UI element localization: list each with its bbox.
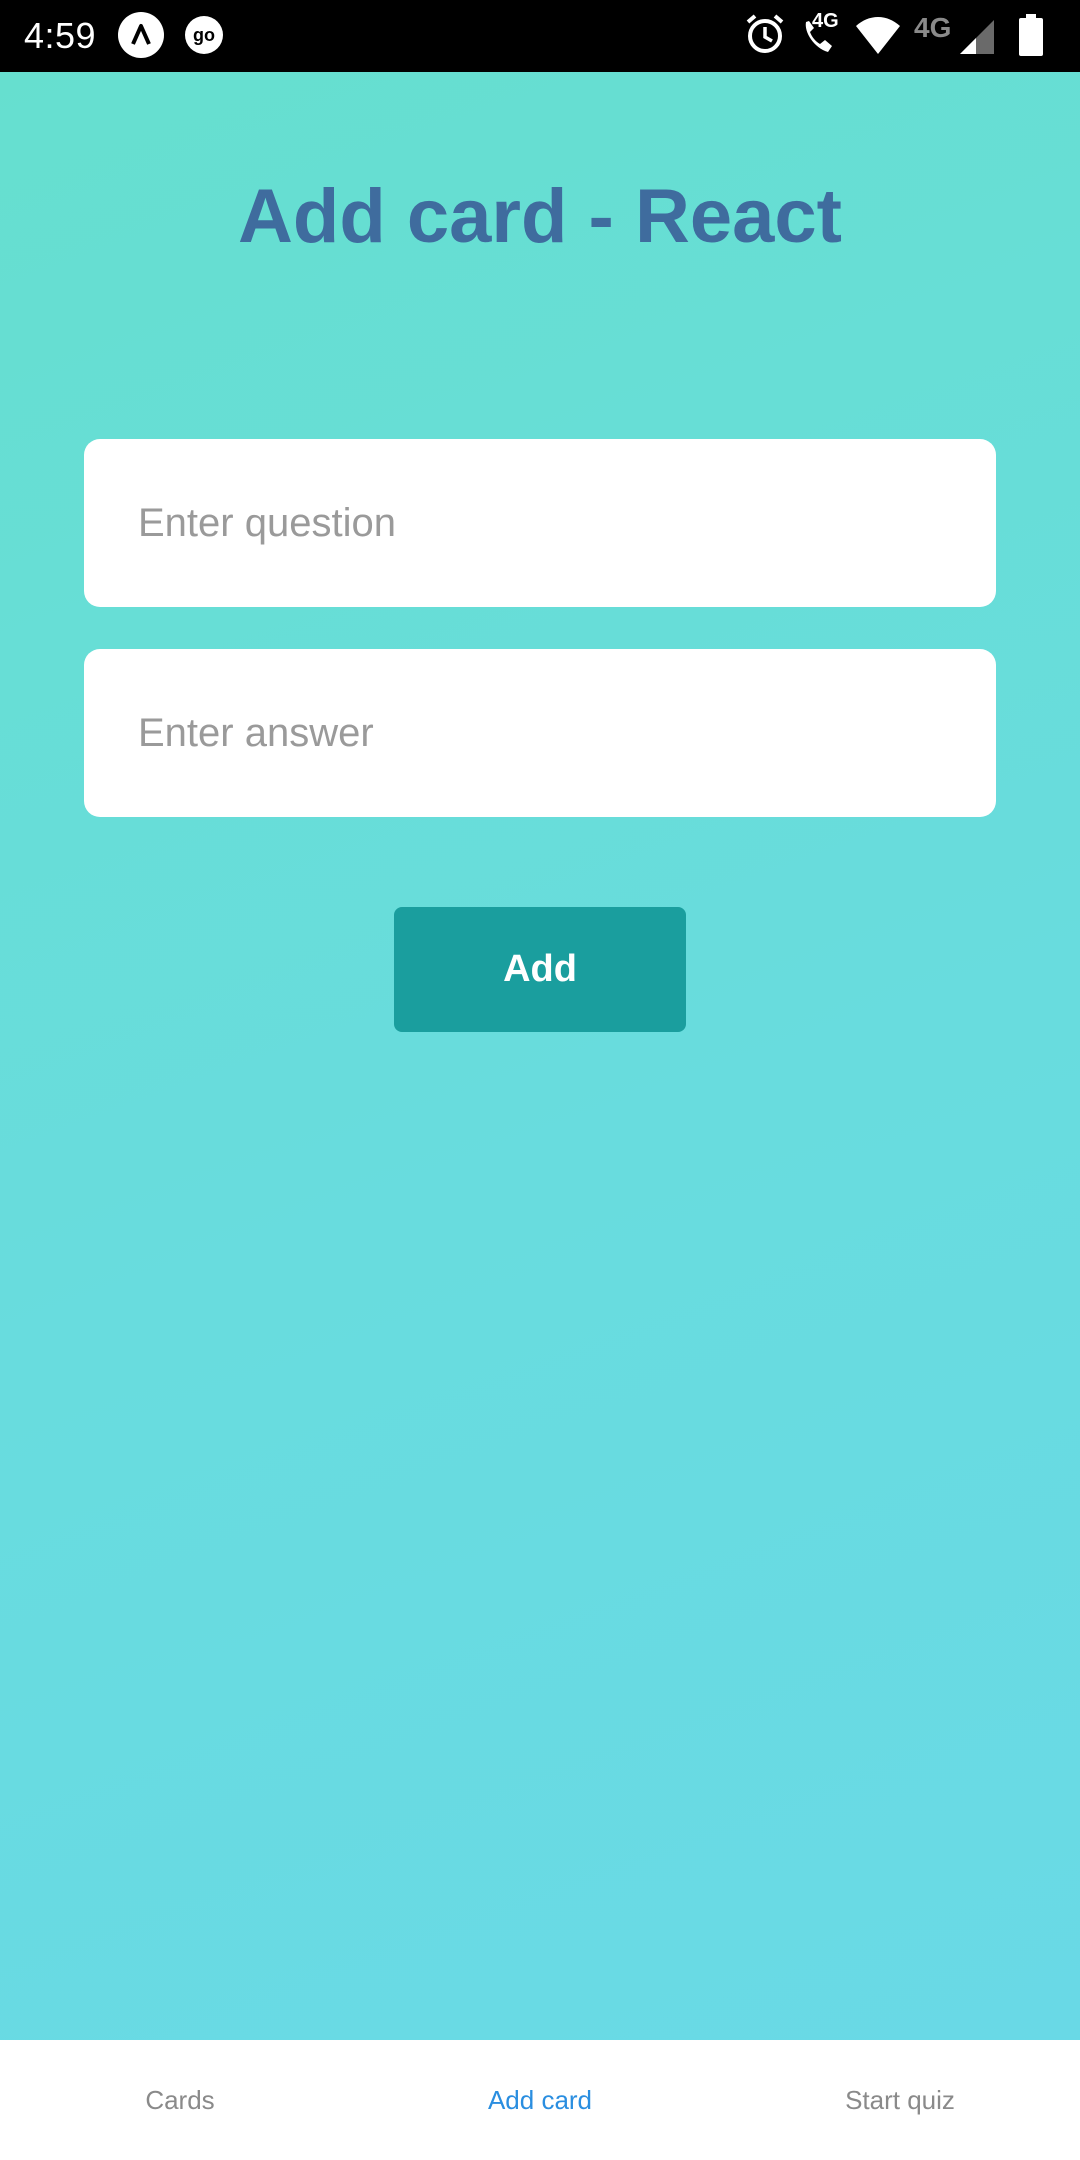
add-card-screen: Add card - React Add: [0, 72, 1080, 2040]
add-button[interactable]: Add: [394, 907, 686, 1032]
launcher-app-icon: [118, 12, 164, 58]
tab-add-card[interactable]: Add card: [360, 2040, 720, 2160]
status-bar: 4:59 go 4G 4G: [0, 0, 1080, 72]
page-title: Add card - React: [238, 174, 842, 259]
answer-input[interactable]: [84, 649, 996, 817]
bottom-tab-bar: Cards Add card Start quiz: [0, 2040, 1080, 2160]
network-type-label: 4G: [914, 12, 952, 43]
wifi-icon: [854, 16, 902, 61]
question-input[interactable]: [84, 439, 996, 607]
tab-start-quiz[interactable]: Start quiz: [720, 2040, 1080, 2160]
call-badge: 4G: [812, 10, 839, 32]
cell-signal-icon: [958, 18, 998, 61]
battery-icon: [1018, 14, 1044, 61]
status-time: 4:59: [24, 15, 97, 56]
alarm-icon: [744, 12, 786, 61]
tab-cards[interactable]: Cards: [0, 2040, 360, 2160]
go-app-icon: go: [185, 16, 223, 54]
